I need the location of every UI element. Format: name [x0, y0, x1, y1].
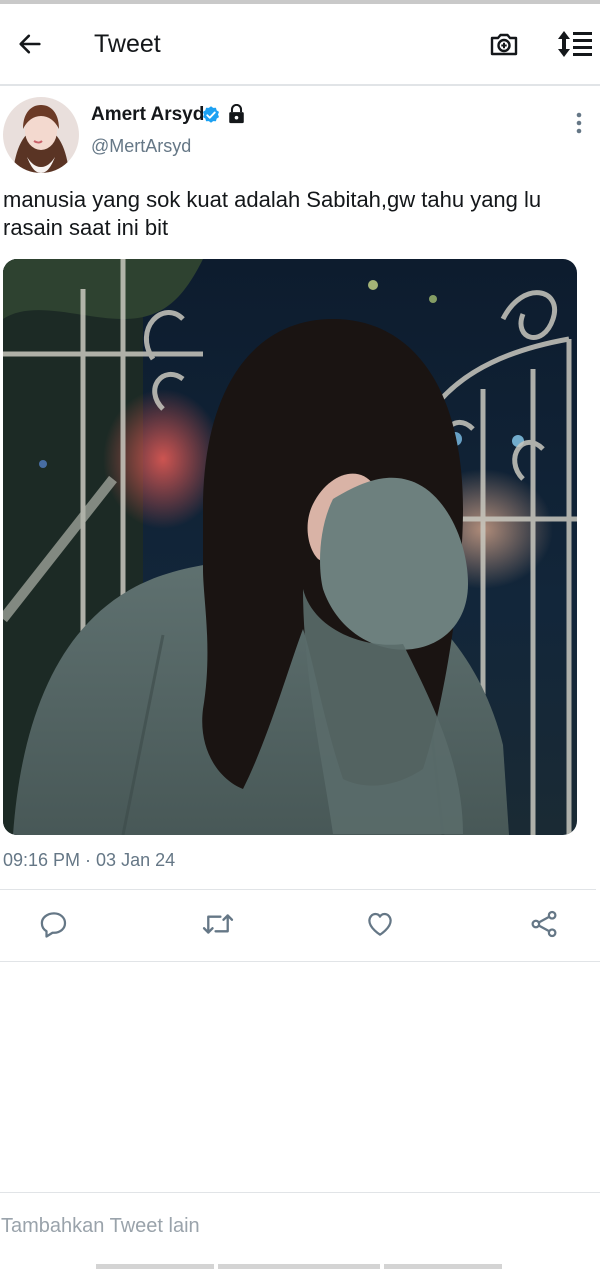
author-handle[interactable]: @MertArsyd [91, 136, 191, 157]
tweet-text: manusia yang sok kuat adalah Sabitah,gw … [3, 187, 542, 240]
more-vertical-icon [576, 112, 582, 134]
retweet-icon [202, 914, 234, 934]
author-display-name[interactable]: Amert Arsyd [91, 104, 204, 126]
reply-button[interactable] [36, 906, 72, 942]
camera-button[interactable] [486, 26, 522, 62]
arrow-left-icon [19, 34, 41, 54]
like-button[interactable] [362, 906, 398, 942]
sort-button[interactable] [555, 26, 595, 62]
tweet-media-image[interactable] [3, 259, 577, 835]
photo-girl-covering-face [3, 259, 577, 835]
reply-icon [40, 912, 67, 938]
sort-list-icon [558, 31, 592, 57]
avatar[interactable] [3, 97, 79, 173]
heart-icon [368, 912, 392, 936]
lock-icon [229, 104, 244, 124]
camera-plus-icon [490, 33, 518, 56]
keyboard-hint-bar [96, 1264, 214, 1269]
divider [0, 889, 596, 890]
page-title: Tweet [94, 30, 161, 58]
compose-tweet-input[interactable] [0, 1206, 600, 1246]
divider [0, 961, 600, 962]
top-app-bar: Tweet [0, 4, 600, 86]
keyboard-hint-bar [218, 1264, 380, 1269]
keyboard-hint-bar [384, 1264, 502, 1269]
tweet-timestamp: 09:16 PM · 03 Jan 24 [3, 850, 176, 870]
compose-divider [0, 1192, 600, 1193]
retweet-button[interactable] [200, 906, 236, 942]
share-button[interactable] [526, 906, 562, 942]
share-icon [531, 910, 557, 938]
more-options-button[interactable] [566, 108, 592, 138]
avatar-image [3, 97, 79, 173]
verified-badge-icon [203, 106, 219, 123]
back-button[interactable] [12, 26, 48, 62]
